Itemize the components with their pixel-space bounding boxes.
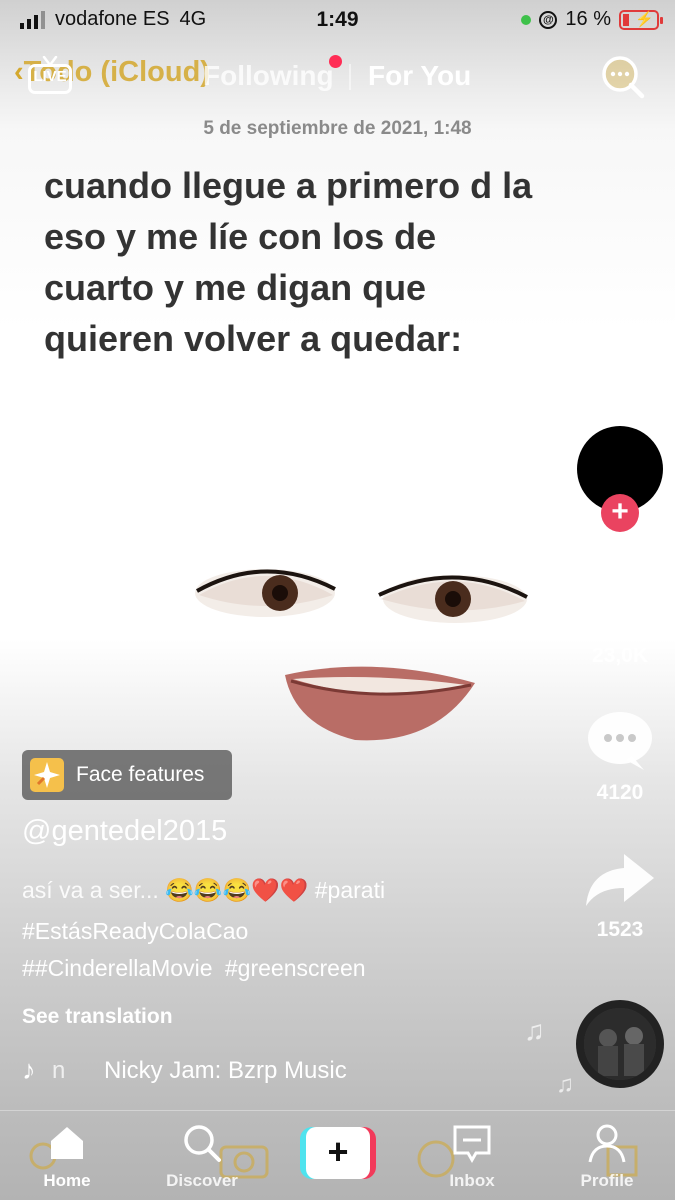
battery-icon: ⚡ xyxy=(619,9,663,30)
notification-dot xyxy=(329,55,342,68)
description-line: ##CinderellaMovie #greenscreen xyxy=(22,955,366,982)
tab-divider xyxy=(349,64,351,90)
heart-icon[interactable] xyxy=(580,572,660,634)
hashtag-link[interactable]: #parati xyxy=(315,877,385,903)
comment-icon[interactable] xyxy=(580,708,660,774)
note-date: 5 de septiembre de 2021, 1:48 xyxy=(203,118,472,139)
music-note-icon: ♪ xyxy=(22,1055,36,1085)
search-icon xyxy=(184,1125,221,1162)
music-name: Nicky Jam: Bzrp Music xyxy=(104,1057,347,1084)
nav-label: Inbox xyxy=(449,1171,495,1190)
status-right: @ 16 % ⚡ xyxy=(521,8,663,31)
description-text: así va a ser... 😂😂😂❤️❤️ xyxy=(22,877,309,903)
plus-icon: + xyxy=(327,1131,349,1172)
like-count: 23,0K xyxy=(591,644,649,667)
nav-inbox[interactable]: Inbox xyxy=(417,1111,527,1201)
effect-sparkle-icon xyxy=(30,758,64,792)
caption-line: quieren volver a quedar: xyxy=(44,318,463,359)
share-icon[interactable] xyxy=(580,850,660,910)
nav-label: Discover xyxy=(166,1171,238,1190)
create-video-button[interactable]: + xyxy=(300,1127,376,1179)
home-icon xyxy=(51,1127,83,1159)
profile-icon xyxy=(588,1124,626,1163)
live-label: LIVE xyxy=(33,68,67,85)
hashtag-link[interactable]: ##CinderellaMovie xyxy=(22,955,213,981)
comment-count: 4120 xyxy=(596,781,644,804)
status-bar: vodafone ES 4G 1:49 @ 16 % ⚡ xyxy=(0,0,675,40)
caption-line: eso y me líe con los de xyxy=(44,216,437,257)
nav-home[interactable]: Home xyxy=(12,1111,122,1201)
video-caption-text: cuando llegue a primero d la eso y me lí… xyxy=(44,160,644,364)
svg-text:♫: ♫ xyxy=(556,1071,574,1098)
music-ticker-fragment: n xyxy=(52,1057,66,1084)
hashtag-link[interactable]: #EstásReadyColaCao xyxy=(22,918,248,945)
creator-username[interactable]: @gentedel2015 xyxy=(22,815,227,848)
rotation-lock-icon: @ xyxy=(539,10,558,29)
face-features-image xyxy=(195,569,528,741)
nav-discover[interactable]: Discover xyxy=(147,1111,257,1201)
live-button[interactable]: LIVE xyxy=(28,56,76,96)
mic-in-use-icon xyxy=(521,14,532,25)
effect-label: Face features xyxy=(76,763,205,786)
tab-for-you[interactable]: For You xyxy=(368,60,471,92)
hashtag-link[interactable]: #greenscreen xyxy=(225,955,366,981)
nav-profile[interactable]: Profile xyxy=(552,1111,662,1201)
effect-chip[interactable]: Face features xyxy=(22,750,232,800)
description-line: así va a ser... 😂😂😂❤️❤️ #parati xyxy=(22,877,385,904)
chevron-left-icon: ‹ xyxy=(14,56,24,88)
inbox-icon xyxy=(453,1125,491,1163)
nav-label: Profile xyxy=(580,1171,634,1190)
tab-following[interactable]: Following xyxy=(203,60,334,92)
svg-text:♫: ♫ xyxy=(524,1015,545,1046)
search-icon[interactable] xyxy=(600,54,646,100)
caption-line: cuando llegue a primero d la xyxy=(44,165,533,206)
follow-plus-button[interactable]: + xyxy=(601,494,639,532)
share-count: 1523 xyxy=(596,918,644,941)
battery-percent: 16 % xyxy=(565,8,611,30)
caption-line: cuarto y me digan que xyxy=(44,267,427,308)
sound-disc[interactable] xyxy=(576,1000,664,1088)
floating-notes-icon: ♫ ♫ xyxy=(524,1015,574,1098)
bottom-nav: Home Discover + Inbox Profile xyxy=(0,1110,675,1201)
nav-label: Home xyxy=(43,1171,91,1190)
see-translation-button[interactable]: See translation xyxy=(22,1005,173,1029)
